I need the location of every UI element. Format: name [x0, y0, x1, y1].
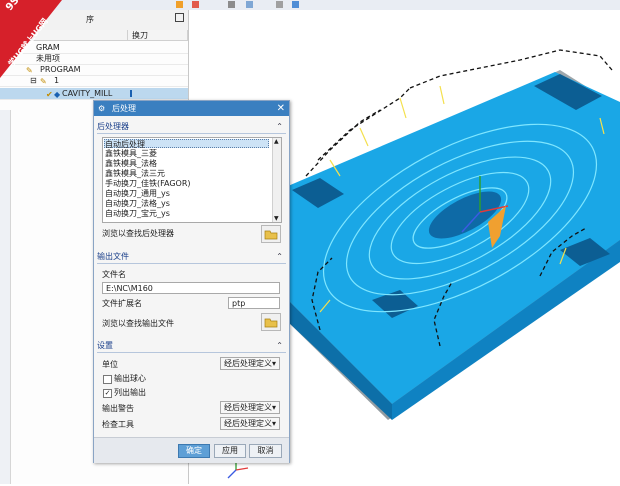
list-item[interactable]: 自动后处理: [104, 139, 269, 149]
chevron-up-icon[interactable]: ⌃: [276, 340, 283, 352]
list-item[interactable]: 鑫铁模具_法格: [105, 159, 157, 168]
check-tool-select-value: 经后处理定义: [224, 419, 272, 428]
chevron-down-icon: ▾: [271, 359, 276, 368]
navigator-title: 序: [86, 15, 94, 24]
tool-icon[interactable]: [192, 1, 199, 8]
folder-icon: [264, 230, 278, 240]
tool-icon[interactable]: [228, 1, 235, 8]
list-item[interactable]: 手动换刀_佳铁(FAGOR): [105, 179, 191, 188]
list-scrollbar[interactable]: ▲ ▼: [272, 138, 281, 222]
side-toolbar: [0, 110, 11, 484]
filename-field[interactable]: E:\NC\M160: [102, 282, 280, 294]
unit-label: 单位: [102, 360, 118, 369]
toolbar-icons: [176, 1, 299, 8]
list-item[interactable]: 自动换刀_通用_ys: [105, 189, 170, 198]
section-title: 后处理器: [97, 122, 129, 131]
chevron-up-icon[interactable]: ⌃: [276, 121, 283, 133]
warning-label: 输出警告: [102, 404, 134, 413]
browse-output-label: 浏览以查找输出文件: [102, 319, 174, 328]
browse-post-label: 浏览以查找后处理器: [102, 229, 174, 238]
tool-marker-icon: [130, 90, 132, 97]
close-icon[interactable]: ✕: [277, 101, 285, 116]
list-output-label: 列出输出: [114, 388, 146, 397]
column-header-toolchange[interactable]: 换刀: [128, 30, 188, 41]
tree-label: CAVITY_MILL: [62, 89, 113, 98]
extension-field[interactable]: ptp: [228, 297, 280, 309]
check-tool-label: 检查工具: [102, 420, 134, 429]
list-item[interactable]: 鑫铁模具_三菱: [105, 149, 157, 158]
chevron-up-icon[interactable]: ⌃: [276, 251, 283, 263]
apply-button[interactable]: 应用: [214, 444, 246, 458]
cancel-button[interactable]: 取消: [249, 444, 282, 458]
tool-icon[interactable]: [176, 1, 183, 8]
extension-label: 文件扩展名: [102, 299, 142, 308]
section-settings[interactable]: 设置 ⌃: [97, 340, 286, 353]
browse-output-button[interactable]: [261, 313, 281, 331]
scroll-down-icon[interactable]: ▼: [274, 215, 279, 222]
dialog-title: 后处理: [112, 104, 136, 113]
list-item[interactable]: 自动换刀_法格_ys: [105, 199, 170, 208]
section-title: 设置: [97, 341, 113, 350]
tool-icon[interactable]: [246, 1, 253, 8]
warning-select[interactable]: 经后处理定义 ▾: [220, 401, 280, 414]
scroll-up-icon[interactable]: ▲: [274, 138, 279, 145]
warning-select-value: 经后处理定义: [224, 403, 272, 412]
unit-select-value: 经后处理定义: [224, 359, 272, 368]
postprocessor-list[interactable]: 自动后处理 鑫铁模具_三菱 鑫铁模具_法格 鑫铁模具_法三元 手动换刀_佳铁(F…: [102, 137, 282, 223]
section-title: 输出文件: [97, 252, 129, 261]
ball-center-checkbox[interactable]: [103, 375, 112, 384]
section-postprocessor[interactable]: 后处理器 ⌃: [97, 121, 286, 134]
watermark-logo: 9SUG 学UG就上UG网: [0, 0, 70, 78]
tool-icon[interactable]: [292, 1, 299, 8]
folder-icon: [264, 318, 278, 328]
dialog-footer: 确定 应用 取消: [94, 437, 289, 463]
gear-icon: ⚙: [98, 104, 106, 113]
maximize-icon[interactable]: [175, 13, 184, 22]
check-tool-select[interactable]: 经后处理定义 ▾: [220, 417, 280, 430]
ball-center-label: 输出球心: [114, 374, 146, 383]
list-item[interactable]: 鑫铁模具_法三元: [105, 169, 165, 178]
chevron-down-icon: ▾: [271, 419, 276, 428]
unit-select[interactable]: 经后处理定义 ▾: [220, 357, 280, 370]
section-output-file[interactable]: 输出文件 ⌃: [97, 251, 286, 264]
list-item[interactable]: 自动换刀_宝元_ys: [105, 209, 170, 218]
operation-icon: ◆: [54, 90, 61, 99]
chevron-down-icon: ▾: [271, 403, 276, 412]
filename-label: 文件名: [102, 270, 126, 279]
list-output-checkbox[interactable]: ✓: [103, 389, 112, 398]
ok-button[interactable]: 确定: [178, 444, 210, 458]
tree-row-selected[interactable]: ✔ ◆ CAVITY_MILL: [0, 88, 188, 100]
dialog-titlebar: ⚙ 后处理 ✕: [94, 101, 289, 116]
check-icon: ✔: [46, 90, 53, 99]
postprocess-dialog: ⚙ 后处理 ✕ 后处理器 ⌃ 自动后处理 鑫铁模具_三菱 鑫铁模具_法格 鑫铁模…: [93, 100, 290, 463]
browse-post-button[interactable]: [261, 225, 281, 243]
tool-icon[interactable]: [276, 1, 283, 8]
